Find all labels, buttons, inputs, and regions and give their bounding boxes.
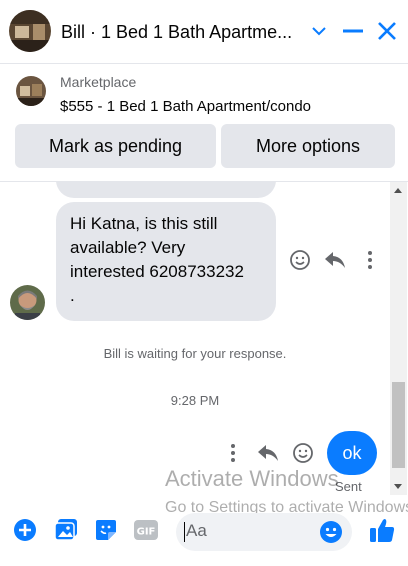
text-caret xyxy=(184,522,185,542)
listing-thumbnail[interactable] xyxy=(16,76,46,106)
listing-title[interactable]: $555 - 1 Bed 1 Bath Apartment/condo xyxy=(60,98,311,115)
gif-icon[interactable]: GIF xyxy=(133,517,159,543)
plus-icon[interactable] xyxy=(12,517,38,543)
message-line: interested 6208733232 xyxy=(70,262,244,281)
scroll-up-arrow-icon[interactable] xyxy=(394,188,402,193)
mark-as-pending-button[interactable]: Mark as pending xyxy=(15,124,216,168)
message-input[interactable] xyxy=(186,521,316,541)
scrollbar-thumb[interactable] xyxy=(392,382,405,468)
message-line: available? Very xyxy=(70,238,186,257)
message-line: . xyxy=(70,286,75,305)
more-options-button[interactable]: More options xyxy=(221,124,395,168)
conversation-title[interactable]: Bill · 1 Bed 1 Bath Apartme... xyxy=(61,22,301,43)
waiting-notice: Bill is waiting for your response. xyxy=(103,346,287,361)
listing-avatar[interactable] xyxy=(9,10,51,52)
marketplace-card: Marketplace $555 - 1 Bed 1 Bath Apartmen… xyxy=(0,64,408,182)
gif-icon-label: GIF xyxy=(137,527,156,538)
sticker-icon[interactable] xyxy=(93,517,119,543)
photo-icon[interactable] xyxy=(53,517,79,543)
marketplace-label: Marketplace xyxy=(60,74,137,90)
reply-icon[interactable] xyxy=(254,439,282,467)
incoming-message-bubble[interactable]: Hi Katna, is this still available? Very … xyxy=(56,202,276,321)
minimize-icon[interactable] xyxy=(340,18,366,44)
message-input-container[interactable] xyxy=(176,513,352,551)
react-emoji-icon[interactable] xyxy=(289,439,317,467)
message-composer: GIF xyxy=(0,495,408,566)
watermark-title: Activate Windows xyxy=(165,466,339,491)
chat-scrollbar[interactable] xyxy=(390,182,407,495)
sender-avatar[interactable] xyxy=(10,285,45,320)
react-emoji-icon[interactable] xyxy=(286,246,314,274)
previous-message-bubble xyxy=(56,182,276,198)
emoji-icon[interactable] xyxy=(318,519,344,545)
chevron-down-icon[interactable] xyxy=(306,18,332,44)
more-actions-icon[interactable] xyxy=(219,439,247,467)
close-icon[interactable] xyxy=(374,18,400,44)
more-actions-icon[interactable] xyxy=(356,246,384,274)
message-line: Hi Katna, is this still xyxy=(70,214,218,233)
reply-icon[interactable] xyxy=(321,246,349,274)
message-timestamp: 9:28 PM xyxy=(170,393,220,408)
scroll-down-arrow-icon[interactable] xyxy=(394,484,402,489)
message-list[interactable]: Hi Katna, is this still available? Very … xyxy=(0,182,408,495)
chat-header: Bill · 1 Bed 1 Bath Apartme... xyxy=(0,0,408,64)
delivery-status: Sent xyxy=(335,479,362,494)
like-icon[interactable] xyxy=(369,517,395,543)
